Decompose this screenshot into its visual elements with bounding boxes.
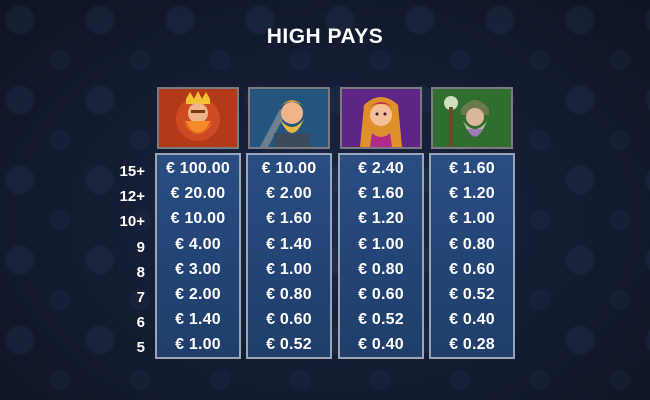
payout-value: € 1.40 (266, 235, 312, 253)
row-label: 5 (136, 339, 145, 357)
payout-value: € 1.00 (175, 336, 221, 354)
payout-value: € 2.00 (175, 285, 221, 303)
payout-value: € 0.28 (449, 336, 495, 354)
payout-value: € 0.52 (266, 336, 312, 354)
row-label: 7 (136, 288, 145, 306)
payout-value: € 0.60 (449, 260, 495, 278)
payout-value: € 1.00 (266, 260, 312, 278)
old-wizard-dwarf-icon (431, 87, 513, 149)
payout-value: € 10.00 (170, 210, 226, 228)
payout-value: € 1.00 (358, 235, 404, 253)
payout-value: € 3.00 (175, 260, 221, 278)
payout-value: € 0.60 (266, 311, 312, 329)
row-labels: 15+ 12+ 10+ 9 8 7 6 5 (95, 159, 145, 361)
payout-value: € 0.80 (358, 260, 404, 278)
payout-value: € 0.80 (449, 235, 495, 253)
payout-panel: € 10.00 € 2.00 € 1.60 € 1.40 € 1.00 € 0.… (246, 153, 332, 359)
female-dwarf-icon (340, 87, 422, 149)
payout-value: € 1.60 (266, 210, 312, 228)
payout-value: € 4.00 (175, 235, 221, 253)
payout-value: € 1.00 (449, 210, 495, 228)
payout-value: € 1.20 (449, 185, 495, 203)
payout-value: € 1.60 (449, 160, 495, 177)
paytable-column-female: € 2.40 € 1.60 € 1.20 € 1.00 € 0.80 € 0.6… (338, 87, 424, 359)
payout-value: € 20.00 (170, 185, 226, 203)
blond-warrior-dwarf-icon (248, 87, 330, 149)
payout-value: € 1.40 (175, 311, 221, 329)
row-label: 6 (136, 314, 145, 332)
paytable-column-wizard: € 1.60 € 1.20 € 1.00 € 0.80 € 0.60 € 0.5… (429, 87, 515, 359)
payout-value: € 2.00 (266, 185, 312, 203)
row-label: 15+ (119, 163, 145, 180)
payout-value: € 10.00 (261, 160, 317, 177)
row-label: 9 (136, 238, 145, 256)
payout-value: € 0.40 (358, 336, 404, 354)
payout-value: € 1.60 (358, 185, 404, 203)
payout-panel: € 1.60 € 1.20 € 1.00 € 0.80 € 0.60 € 0.5… (429, 153, 515, 359)
paytable-column-warrior: € 10.00 € 2.00 € 1.60 € 1.40 € 1.00 € 0.… (246, 87, 332, 359)
king-dwarf-icon (157, 87, 239, 149)
payout-value: € 1.20 (358, 210, 404, 228)
page-title: HIGH PAYS (266, 25, 384, 48)
payout-value: € 0.80 (266, 285, 312, 303)
payout-value: € 2.40 (358, 160, 404, 177)
payout-value: € 0.40 (449, 311, 495, 329)
row-label: 10+ (119, 213, 145, 231)
payout-value: € 0.60 (358, 285, 404, 303)
payout-panel: € 100.00 € 20.00 € 10.00 € 4.00 € 3.00 €… (155, 153, 241, 359)
row-label: 12+ (119, 188, 145, 206)
payout-panel: € 2.40 € 1.60 € 1.20 € 1.00 € 0.80 € 0.6… (338, 153, 424, 359)
paytable-column-king: € 100.00 € 20.00 € 10.00 € 4.00 € 3.00 €… (155, 87, 241, 359)
row-label: 8 (136, 263, 145, 281)
payout-value: € 0.52 (358, 311, 404, 329)
payout-value: € 0.52 (449, 285, 495, 303)
payout-value: € 100.00 (166, 160, 230, 177)
